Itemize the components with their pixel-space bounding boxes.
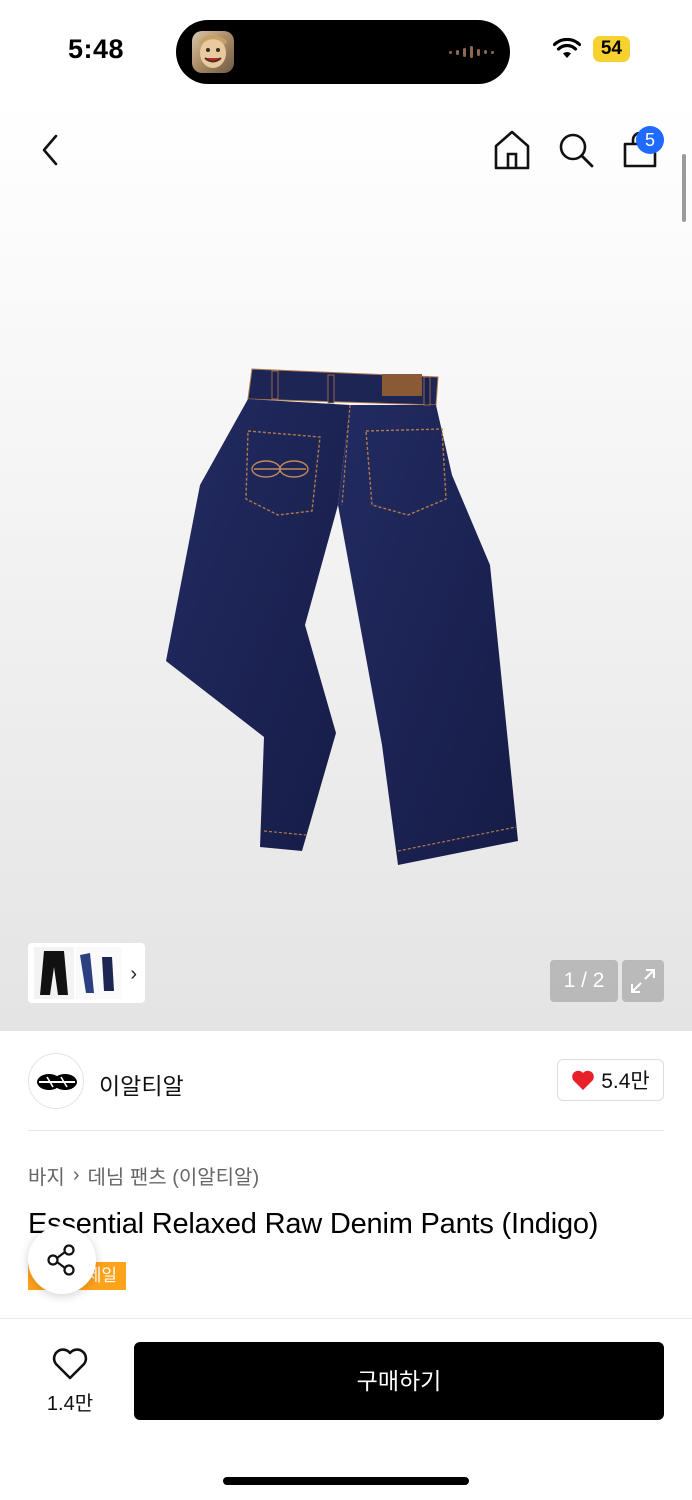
thumbnail-black-pants[interactable] xyxy=(34,947,74,999)
brand-name[interactable]: 이알티알 xyxy=(99,1067,184,1101)
home-icon[interactable] xyxy=(492,128,532,172)
dynamic-island[interactable] xyxy=(176,20,510,84)
breadcrumb: 바지 › 데님 팬츠 (이알티알) xyxy=(28,1161,259,1190)
cart-count-badge: 5 xyxy=(636,126,664,154)
divider xyxy=(28,1130,664,1131)
battery-icon: 54 xyxy=(592,36,630,62)
brand-like-count: 5.4만 xyxy=(601,1070,650,1093)
thumbnail-strip[interactable]: › xyxy=(28,943,145,1003)
status-bar: 5:48 54 xyxy=(0,0,692,100)
expand-icon xyxy=(631,969,655,993)
bottom-action-bar: 1.4만 구매하기 xyxy=(0,1318,692,1500)
share-icon xyxy=(47,1244,75,1276)
thumbnail-indigo-pants[interactable] xyxy=(76,947,122,999)
heart-outline-icon[interactable] xyxy=(52,1347,88,1381)
breadcrumb-separator-icon: › xyxy=(72,1164,80,1186)
expand-button[interactable] xyxy=(622,960,664,1002)
heart-filled-icon xyxy=(572,1070,595,1090)
back-icon[interactable] xyxy=(32,130,68,170)
product-image-gallery[interactable]: 5 › 1 / 2 xyxy=(0,100,692,1031)
breadcrumb-subcategory[interactable]: 데님 팬츠 (이알티알) xyxy=(87,1161,259,1190)
brand-row[interactable]: 이알티알 5.4만 xyxy=(0,1031,692,1131)
brand-like-button[interactable]: 5.4만 xyxy=(557,1059,664,1101)
wifi-icon xyxy=(552,38,581,58)
status-indicators: 54 xyxy=(552,36,630,62)
wishlist-count: 1.4만 xyxy=(46,1393,94,1415)
home-indicator[interactable] xyxy=(223,1477,469,1485)
thumbnail-next-icon[interactable]: › xyxy=(130,963,137,986)
status-time: 5:48 xyxy=(68,34,125,64)
image-page-counter: 1 / 2 xyxy=(550,960,618,1002)
live-activity-avatar xyxy=(192,31,234,73)
product-image[interactable] xyxy=(160,365,530,875)
buy-button[interactable]: 구매하기 xyxy=(134,1342,664,1420)
scrollbar[interactable] xyxy=(682,154,686,222)
product-title: Essential Relaxed Raw Denim Pants (Indig… xyxy=(28,1208,599,1240)
brand-logo[interactable] xyxy=(28,1053,84,1109)
search-icon[interactable] xyxy=(556,130,596,170)
audio-wave-icon xyxy=(449,46,494,58)
share-button[interactable] xyxy=(28,1226,96,1294)
breadcrumb-category[interactable]: 바지 xyxy=(28,1161,65,1190)
